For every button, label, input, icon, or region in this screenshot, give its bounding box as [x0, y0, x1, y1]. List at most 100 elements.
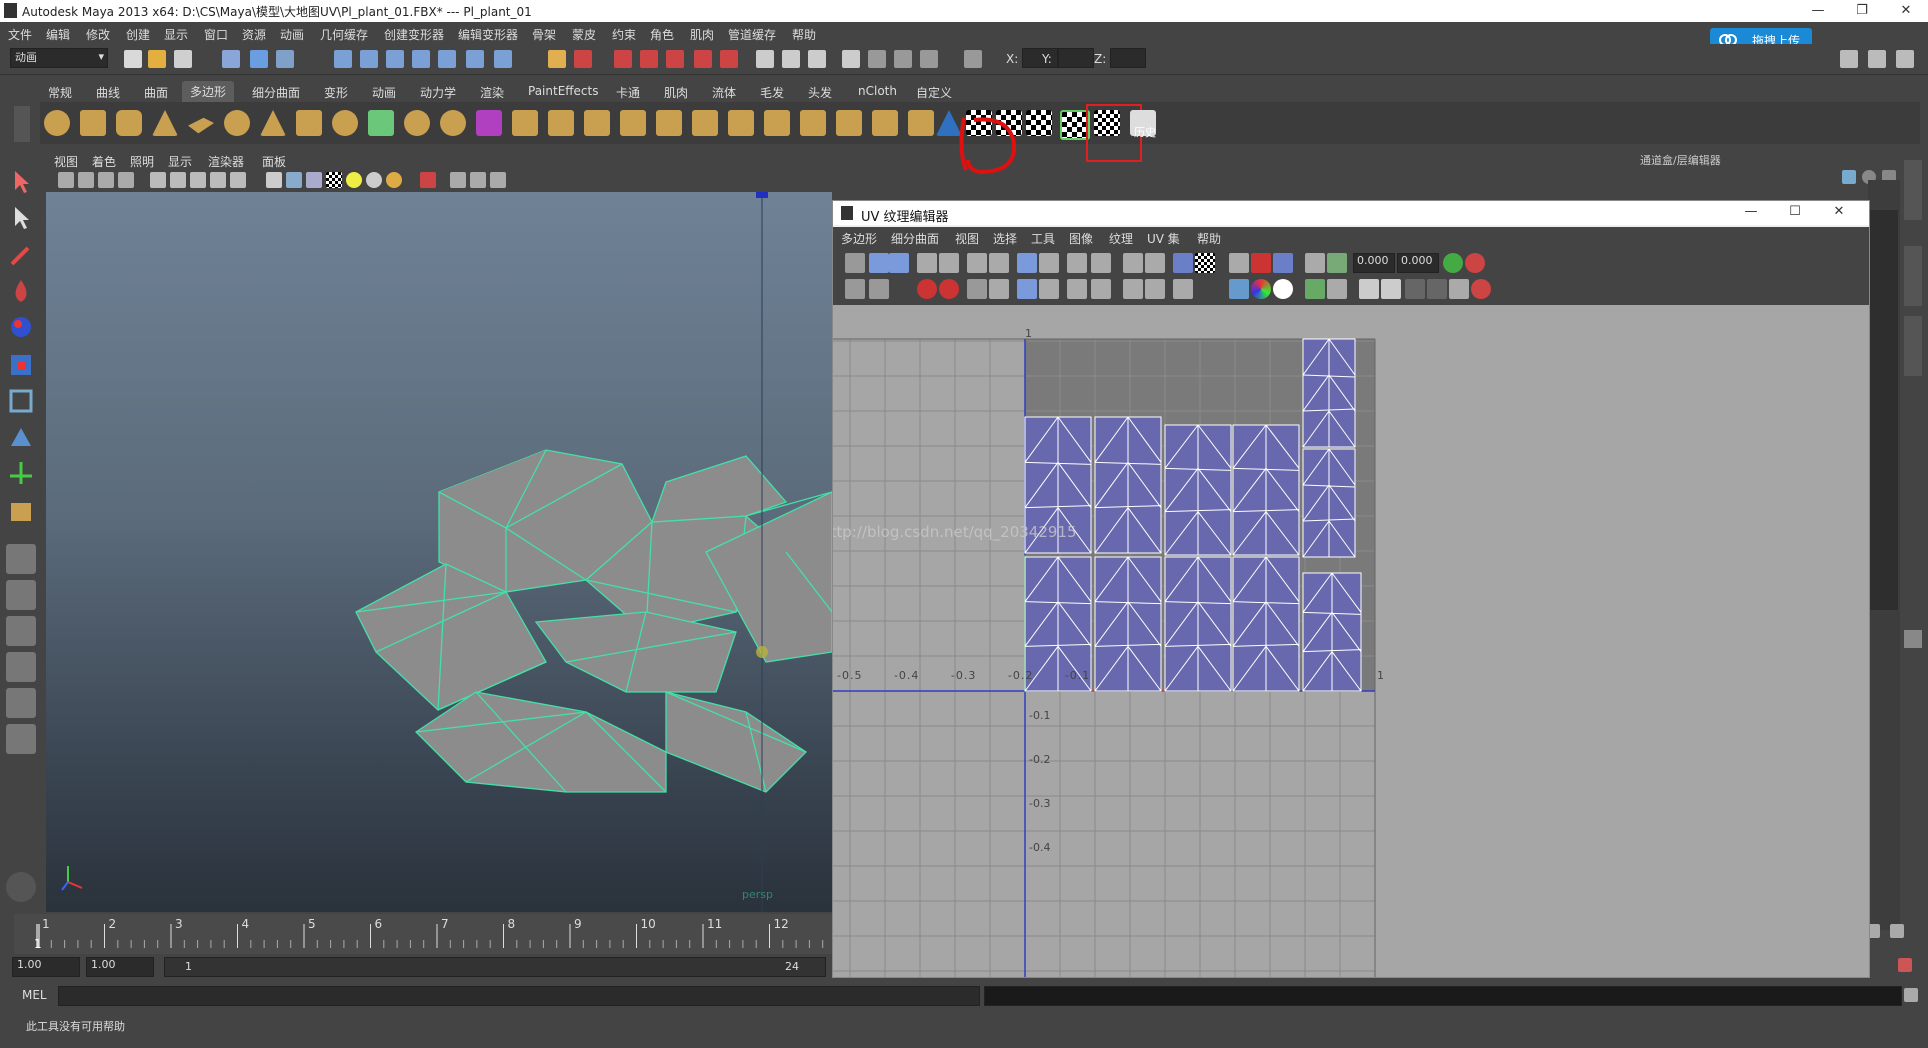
- u-value-field[interactable]: 0.000: [1353, 253, 1395, 273]
- insert-edge-loop-icon[interactable]: [656, 110, 682, 136]
- menu-help[interactable]: 帮助: [792, 26, 816, 43]
- uv-shell[interactable]: [1302, 338, 1356, 448]
- start-time-field[interactable]: 1.00: [12, 957, 80, 977]
- lasso-tool-icon[interactable]: [6, 202, 36, 232]
- uv-shell[interactable]: [1094, 556, 1162, 692]
- side-tab-tool-settings[interactable]: [1904, 246, 1922, 306]
- use-all-lights-icon[interactable]: [346, 172, 362, 188]
- restore-button[interactable]: ❐: [1840, 0, 1884, 22]
- poly-pyramid-icon[interactable]: [260, 110, 286, 136]
- color-management-icon[interactable]: [1305, 279, 1325, 299]
- render-settings-icon[interactable]: [666, 50, 684, 68]
- poly-average-icon[interactable]: [476, 110, 502, 136]
- copy-uv-icon[interactable]: [1359, 279, 1379, 299]
- hypershade-icon[interactable]: [694, 50, 712, 68]
- show-manipulator-icon[interactable]: [6, 458, 36, 488]
- side-tab-attribute-editor[interactable]: [1904, 160, 1922, 220]
- panel-icon-1[interactable]: [1842, 170, 1856, 184]
- flip-u-icon[interactable]: [917, 253, 937, 273]
- hypershade-layout-icon[interactable]: [6, 688, 36, 718]
- unfold-uv-icon[interactable]: [1017, 279, 1037, 299]
- convert-to-uv-icon[interactable]: [1123, 279, 1143, 299]
- menu-skin[interactable]: 蒙皮: [572, 26, 596, 43]
- save-scene-icon[interactable]: [174, 50, 192, 68]
- uv-close-button[interactable]: ✕: [1817, 201, 1861, 225]
- planar-mapping-icon[interactable]: [836, 110, 862, 136]
- y-field[interactable]: [1058, 48, 1094, 68]
- uv-menu-view[interactable]: 视图: [955, 230, 979, 247]
- v-value-field[interactable]: 0.000: [1397, 253, 1439, 273]
- x-field[interactable]: [1022, 48, 1058, 68]
- poly-cylinder-icon[interactable]: [116, 110, 142, 136]
- select-tool-icon[interactable]: [6, 166, 36, 196]
- poly-cone-icon[interactable]: [152, 110, 178, 136]
- select-hierarchy-icon[interactable]: [222, 50, 240, 68]
- close-button[interactable]: ✕: [1884, 0, 1928, 22]
- paste-u-icon[interactable]: [1405, 279, 1425, 299]
- shelf-tab-fluids[interactable]: 流体: [712, 84, 736, 101]
- perspective-viewport[interactable]: persp: [46, 192, 832, 912]
- align-min-u-icon[interactable]: [1067, 253, 1087, 273]
- rotate-tool-icon[interactable]: [6, 312, 36, 342]
- shelf-tab-subdivs[interactable]: 细分曲面: [252, 84, 300, 101]
- rotate-ccw-icon[interactable]: [917, 279, 937, 299]
- snap-plane-icon[interactable]: [412, 50, 430, 68]
- menu-file[interactable]: 文件: [8, 26, 32, 43]
- uv-shell[interactable]: [1094, 416, 1162, 554]
- relax-uv-icon[interactable]: [1039, 279, 1059, 299]
- align-max-v-icon[interactable]: [1091, 279, 1111, 299]
- menu-geometry-cache[interactable]: 几何缓存: [320, 26, 368, 43]
- snap-view-icon[interactable]: [466, 50, 484, 68]
- delete-uv-icon[interactable]: [1471, 279, 1491, 299]
- checker-display-icon[interactable]: [1195, 253, 1215, 273]
- align-min-v-icon[interactable]: [1067, 279, 1087, 299]
- pixel-snap-icon[interactable]: [1251, 253, 1271, 273]
- spiral-tool-icon[interactable]: [6, 872, 36, 902]
- sew-uv-icon[interactable]: [989, 253, 1009, 273]
- menu-constrain[interactable]: 约束: [612, 26, 636, 43]
- shelf-tab-ncloth[interactable]: nCloth: [858, 84, 897, 98]
- minimize-button[interactable]: —: [1796, 0, 1840, 22]
- viewport-menu-show[interactable]: 显示: [168, 153, 192, 170]
- paint-select-tool-icon[interactable]: [6, 240, 36, 270]
- bevel-icon[interactable]: [728, 110, 754, 136]
- graph-layout-icon[interactable]: [6, 652, 36, 682]
- snap-grid-icon[interactable]: [334, 50, 352, 68]
- cycle-uv-icon[interactable]: [1449, 279, 1469, 299]
- single-pane-layout-icon[interactable]: [6, 544, 36, 574]
- offset-edge-icon[interactable]: [692, 110, 718, 136]
- film-gate-icon[interactable]: [170, 172, 186, 188]
- poly-separate-icon[interactable]: [404, 110, 430, 136]
- poly-plane-icon[interactable]: [188, 117, 214, 134]
- grid-uv-icon[interactable]: [1039, 253, 1059, 273]
- uv-shell[interactable]: [1232, 424, 1300, 556]
- uv-shell[interactable]: [1164, 556, 1232, 692]
- xray-icon[interactable]: [450, 172, 466, 188]
- bookmark-icon[interactable]: [98, 172, 114, 188]
- menu-edit-deformers[interactable]: 编辑变形器: [458, 26, 518, 43]
- shelf-tab-custom[interactable]: 自定义: [916, 84, 952, 101]
- shelf-tab-deformation[interactable]: 变形: [324, 84, 348, 101]
- menu-assets[interactable]: 资源: [242, 26, 266, 43]
- grid-display-icon[interactable]: [1229, 253, 1249, 273]
- z-field[interactable]: [1110, 48, 1146, 68]
- align-max-u-icon[interactable]: [1091, 253, 1111, 273]
- shelf-tab-muscle[interactable]: 肌肉: [664, 84, 688, 101]
- scale-tool-icon[interactable]: [6, 350, 36, 380]
- camera-attributes-icon[interactable]: [78, 172, 94, 188]
- poly-combine-icon[interactable]: [368, 110, 394, 136]
- menu-muscle[interactable]: 肌肉: [690, 26, 714, 43]
- uv-move-tool-icon[interactable]: [869, 253, 889, 273]
- channel-box-icon[interactable]: [1896, 50, 1914, 68]
- select-shell-border-icon[interactable]: [1145, 253, 1165, 273]
- uv-canvas[interactable]: 1 1 -0.5 -0.4 -0.3 -0.2 -0.1 -0.1 -0.2 -…: [833, 305, 1869, 977]
- playback-end-icon[interactable]: [1890, 924, 1904, 938]
- spherical-mapping-icon[interactable]: [908, 110, 934, 136]
- shelf-tab-animation[interactable]: 动画: [372, 84, 396, 101]
- uv-minimize-button[interactable]: —: [1729, 201, 1773, 225]
- move-tool-icon[interactable]: [6, 276, 36, 306]
- grid-toggle-icon[interactable]: [894, 50, 912, 68]
- last-tool-icon[interactable]: [6, 496, 36, 526]
- ipr-render-icon[interactable]: [640, 50, 658, 68]
- extrude-icon[interactable]: [512, 110, 538, 136]
